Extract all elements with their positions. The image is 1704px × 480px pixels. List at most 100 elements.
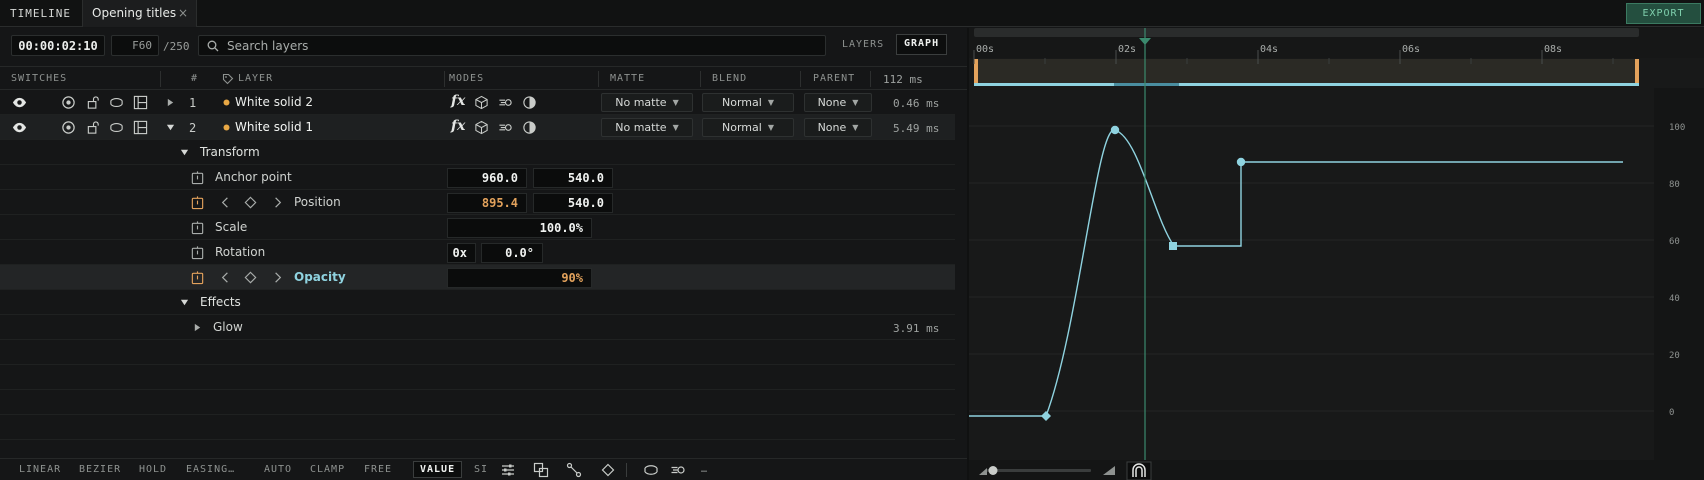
view-layers-button[interactable]: LAYERS [836,36,890,53]
lock-icon[interactable] [86,95,101,110]
effects-group-row[interactable]: Effects [0,290,955,315]
stopwatch-icon[interactable] [190,220,205,235]
collapse-icon[interactable] [180,148,189,157]
more-button[interactable]: … [701,464,708,475]
transform-box-icon[interactable] [533,462,549,478]
adjustment-icon[interactable] [522,120,537,135]
keyframe-hold[interactable] [1169,242,1177,250]
collapse-icon[interactable] [180,298,189,307]
keyframe-diamond-icon[interactable] [243,195,258,210]
bezier-button[interactable]: BEZIER [79,464,121,475]
fx-icon[interactable]: fx [451,93,465,109]
value-label: 80 [1669,180,1680,190]
anchor-x-field[interactable]: 960.0 [447,168,527,188]
sliders-icon[interactable] [500,462,516,478]
work-area[interactable] [974,59,1639,83]
anchor-y-field[interactable]: 540.0 [533,168,613,188]
layout-icon[interactable] [133,120,148,135]
motion-blur-icon[interactable] [109,120,124,135]
zoom-slider-track[interactable] [987,469,1091,472]
blend-select[interactable]: Normal ▼ [702,118,794,137]
keyframe-diamond-icon[interactable] [600,462,616,478]
keyframe-bezier[interactable] [1236,157,1246,167]
property-row-rotation[interactable]: Rotation 0x 0.0° [0,240,955,265]
layer-row[interactable]: 1 White solid 2 fx No matte ▼ Normal ▼ Non… [0,90,955,115]
lock-icon[interactable] [86,120,101,135]
stopwatch-icon[interactable] [190,270,205,285]
3d-cube-icon[interactable] [474,95,489,110]
property-row-opacity[interactable]: Opacity 90% [0,265,955,290]
hold-button[interactable]: HOLD [139,464,167,475]
horizontal-scrollbar[interactable] [974,28,1639,37]
timecode-field[interactable]: 00:00:02:10 [11,35,105,56]
tab-opening-titles[interactable]: Opening titles × [82,0,197,27]
collapse-icon[interactable] [166,123,175,132]
blend-select[interactable]: Normal ▼ [702,93,794,112]
rotation-degrees-field[interactable]: 0.0° [481,243,543,263]
eye-icon[interactable] [12,120,27,135]
free-button[interactable]: FREE [364,464,392,475]
stopwatch-icon[interactable] [190,245,205,260]
layer-row[interactable]: 2 White solid 1 fx No matte ▼ Normal ▼ Non… [0,115,955,140]
value-button[interactable]: VALUE [413,461,463,478]
export-button[interactable]: EXPORT [1626,3,1701,24]
motion-path-icon[interactable] [670,462,686,478]
property-row-position[interactable]: Position 895.4 540.0 [0,190,955,215]
motion-blur-icon[interactable] [643,462,659,478]
auto-button[interactable]: AUTO [264,464,292,475]
si-button[interactable]: SI [474,464,488,475]
close-icon[interactable]: × [178,6,188,20]
search-input[interactable]: Search layers [198,35,826,56]
next-keyframe-icon[interactable] [270,195,285,210]
linear-button[interactable]: LINEAR [19,464,61,475]
effect-row-glow[interactable]: Glow 3.91 ms [0,315,955,340]
matte-select[interactable]: No matte ▼ [601,93,693,112]
expand-icon[interactable] [166,98,175,107]
keyframe-bezier[interactable] [1110,125,1120,135]
prev-keyframe-icon[interactable] [218,195,233,210]
col-matte: MATTE [610,73,646,84]
parent-select[interactable]: None ▼ [804,118,872,137]
property-row-anchor[interactable]: Anchor point 960.0 540.0 [0,165,955,190]
layout-icon[interactable] [133,95,148,110]
parent-select[interactable]: None ▼ [804,93,872,112]
property-row-scale[interactable]: Scale 100.0% [0,215,955,240]
eye-icon[interactable] [12,95,27,110]
stopwatch-icon[interactable] [190,195,205,210]
position-x-field[interactable]: 895.4 [447,193,527,213]
panel-title[interactable]: TIMELINE [10,7,71,20]
motion-path-icon[interactable] [498,120,513,135]
motion-path-icon[interactable] [498,95,513,110]
graph-canvas[interactable]: 00s 02s 04s 06s 08s 100 80 60 40 20 0 [969,28,1704,480]
keyframe-diamond-icon[interactable] [243,270,258,285]
solo-icon[interactable] [61,95,76,110]
stopwatch-icon[interactable] [190,170,205,185]
adjustment-icon[interactable] [522,95,537,110]
work-area-end-handle[interactable] [1635,59,1639,83]
solo-icon[interactable] [61,120,76,135]
next-keyframe-icon[interactable] [270,270,285,285]
work-area-start-handle[interactable] [974,59,978,83]
3d-cube-icon[interactable] [474,120,489,135]
view-graph-button[interactable]: GRAPH [896,34,948,55]
parent-value: None [817,96,847,109]
transform-group-row[interactable]: Transform [0,140,955,165]
path-node-icon[interactable] [566,462,582,478]
zoom-slider-thumb[interactable] [988,466,998,475]
layer-name[interactable]: White solid 1 [235,120,313,134]
matte-select[interactable]: No matte ▼ [601,118,693,137]
expand-icon[interactable] [193,323,202,332]
frame-field[interactable]: F60 [111,35,159,56]
position-y-field[interactable]: 540.0 [533,193,613,213]
opacity-field[interactable]: 90% [447,268,592,288]
fx-icon[interactable]: fx [451,118,465,134]
layer-name[interactable]: White solid 2 [235,95,313,109]
prev-keyframe-icon[interactable] [218,270,233,285]
rotation-turns-field[interactable]: 0x [447,243,476,263]
scale-field[interactable]: 100.0% [447,218,592,238]
easing-button[interactable]: EASING… [186,464,235,475]
col-layer: LAYER [238,73,274,84]
time-label: 00s [976,44,994,55]
motion-blur-icon[interactable] [109,95,124,110]
clamp-button[interactable]: CLAMP [310,464,345,475]
